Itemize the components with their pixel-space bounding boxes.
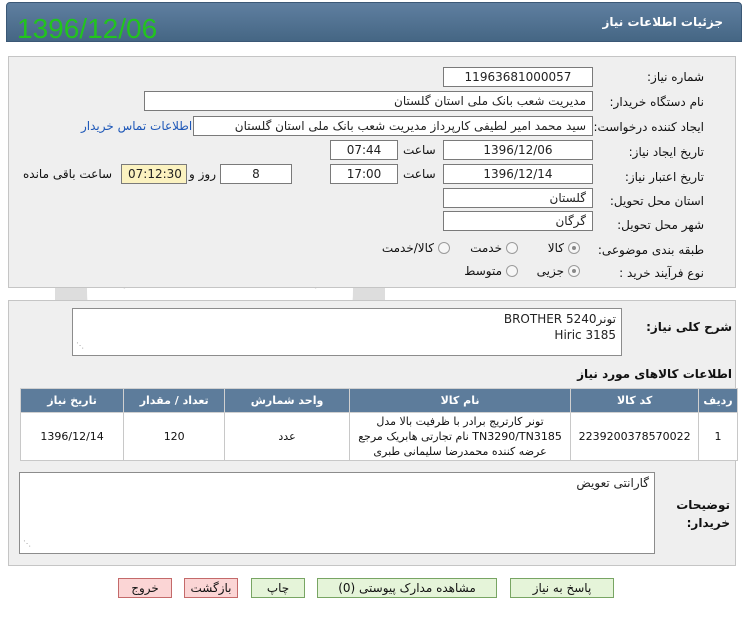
validity-date-label: تاریخ اعتبار نیاز: — [624, 170, 704, 184]
buyer-org-field: مدیریت شعب بانک ملی استان گلستان — [144, 91, 593, 111]
category-option-goods-service[interactable]: کالا/خدمت — [382, 241, 450, 255]
buyer-org-label: نام دستگاه خریدار: — [609, 95, 705, 109]
created-time-label: ساعت — [403, 143, 436, 157]
col-index: ردیف — [698, 388, 738, 413]
exit-button[interactable]: خروج — [118, 578, 172, 598]
col-name: نام کالا — [348, 388, 572, 413]
items-section-title: اطلاعات کالاهای مورد نیاز — [577, 367, 732, 381]
description-line-2: Hiric 3185 — [554, 328, 616, 342]
days-label: روز و — [189, 167, 216, 181]
cell-date: 1396/12/14 — [19, 412, 125, 461]
province-label: استان محل تحویل: — [609, 194, 704, 208]
category-option-goods[interactable]: کالا — [548, 241, 580, 255]
buyer-notes-textarea[interactable]: گارانتی تعویض ⋰ — [19, 472, 655, 554]
requester-label: ایجاد کننده درخواست: — [593, 120, 704, 134]
requester-field: سید محمد امیر لطیفی کارپرداز مدیریت شعب … — [193, 116, 593, 136]
table-row: 1 2239200378570022 تونر کارتریج برادر با… — [19, 412, 738, 461]
buyer-notes-text: گارانتی تعویض — [576, 476, 649, 490]
description-label: شرح کلی نیاز: — [646, 320, 732, 334]
process-option-minor[interactable]: جزیی — [537, 264, 580, 278]
col-unit: واحد شمارش — [224, 388, 350, 413]
created-date-label: تاریخ ایجاد نیاز: — [628, 145, 704, 159]
city-field: گرگان — [443, 211, 593, 231]
radio-icon[interactable] — [438, 242, 450, 254]
time-remaining-field: 07:12:30 — [121, 164, 187, 184]
cell-code: 2239200378570022 — [570, 412, 700, 461]
attachments-button[interactable]: مشاهده مدارک پیوستی (0) — [317, 578, 497, 598]
col-date: تاریخ نیاز — [19, 388, 125, 413]
description-line-1: تونرBROTHER 5240 — [503, 312, 616, 326]
validity-time-field: 17:00 — [330, 164, 398, 184]
page-title: جزئیات اطلاعات نیاز — [602, 15, 723, 29]
category-option-service[interactable]: خدمت — [470, 241, 518, 255]
back-button[interactable]: بازگشت — [184, 578, 238, 598]
print-button[interactable]: چاپ — [251, 578, 305, 598]
reply-button[interactable]: پاسخ به نیاز — [510, 578, 614, 598]
cell-name: تونر کارتریج برادر با ظرفیت بالا مدل TN3… — [348, 412, 572, 461]
buyer-notes-label-line2: خریدار: — [686, 516, 730, 530]
category-label: طبقه بندی موضوعی: — [597, 243, 704, 257]
items-table: ردیف کد کالا نام کالا واحد شمارش تعداد /… — [19, 388, 738, 461]
resize-grip-icon[interactable]: ⋰ — [23, 536, 31, 552]
cell-qty: 120 — [123, 412, 226, 461]
need-number-field: 11963681000057 — [443, 67, 593, 87]
time-remaining-label: ساعت باقی مانده — [23, 167, 113, 181]
cell-unit: عدد — [224, 412, 350, 461]
province-field: گلستان — [443, 188, 593, 208]
radio-icon[interactable] — [568, 265, 580, 277]
resize-grip-icon[interactable]: ⋰ — [76, 338, 84, 354]
cell-index: 1 — [698, 412, 738, 461]
radio-icon[interactable] — [506, 242, 518, 254]
radio-icon[interactable] — [568, 242, 580, 254]
need-number-label: شماره نیاز: — [647, 70, 704, 84]
days-remaining-field: 8 — [220, 164, 292, 184]
process-option-medium[interactable]: متوسط — [464, 264, 518, 278]
radio-icon[interactable] — [506, 265, 518, 277]
validity-date-field: 1396/12/14 — [443, 164, 593, 184]
buyer-notes-label-line1: توضیحات — [676, 498, 730, 512]
col-qty: تعداد / مقدار — [123, 388, 226, 413]
header-bar: جزئیات اطلاعات نیاز 1396/12/06 — [6, 2, 742, 44]
date-overlay: 1396/12/06 — [17, 13, 158, 44]
col-code: کد کالا — [570, 388, 700, 413]
validity-time-label: ساعت — [403, 167, 436, 181]
process-label: نوع فرآیند خرید : — [619, 266, 704, 280]
city-label: شهر محل تحویل: — [617, 218, 704, 232]
created-date-field: 1396/12/06 — [443, 140, 593, 160]
created-time-field: 07:44 — [330, 140, 398, 160]
description-textarea[interactable]: تونرBROTHER 5240 Hiric 3185 ⋰ — [72, 308, 622, 356]
buyer-contact-link[interactable]: اطلاعات تماس خریدار — [81, 119, 192, 133]
table-header-row: ردیف کد کالا نام کالا واحد شمارش تعداد /… — [19, 388, 738, 413]
